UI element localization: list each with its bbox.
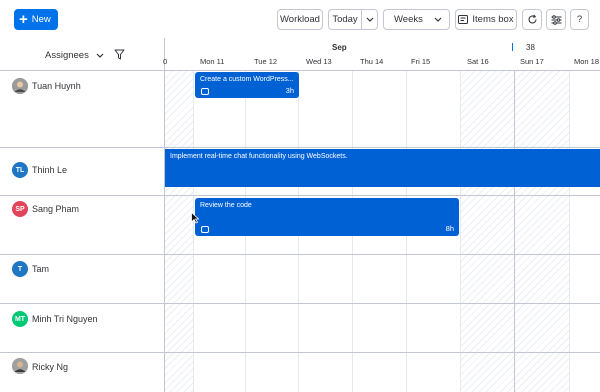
avatar: T [12, 261, 28, 277]
items-box-label: Items box [472, 14, 514, 25]
day-label: 0 [163, 57, 168, 66]
day-label: Sat 16 [467, 57, 489, 66]
assignee-name: Minh Tri Nguyen [32, 314, 98, 324]
view-select-label: Weeks [394, 14, 423, 25]
assignees-header: Assignees [0, 38, 165, 71]
toolbar: + New Workload Today Weeks Items box ? [0, 0, 600, 40]
task-hours: 8h [445, 224, 454, 233]
chevron-down-icon [434, 17, 442, 22]
avatar-photo-icon [12, 358, 28, 374]
task-hours: 3h [285, 86, 294, 95]
task-title: Create a custom WordPress... [200, 76, 294, 83]
chevron-down-icon[interactable] [96, 53, 104, 58]
current-week-marker [512, 43, 513, 51]
assignee-name: Tam [32, 264, 50, 274]
assignee-row[interactable]: TL Thinh Le [0, 148, 165, 196]
help-button[interactable]: ? [570, 9, 589, 30]
note-icon [201, 88, 209, 95]
today-button-label: Today [332, 14, 358, 25]
refresh-button[interactable] [522, 9, 542, 30]
items-box-icon [458, 15, 469, 24]
new-button-label: New [31, 14, 51, 25]
workload-button[interactable]: Workload [277, 9, 323, 30]
day-label: Mon 11 [200, 57, 225, 66]
avatar [12, 358, 28, 374]
chevron-down-icon [366, 17, 373, 22]
day-label: Tue 12 [254, 57, 278, 66]
avatar: SP [12, 201, 28, 217]
today-dropdown-button[interactable] [361, 9, 378, 30]
assignee-row[interactable]: MT Minh Tri Nguyen [0, 304, 165, 353]
task-bar[interactable]: Create a custom WordPress... 3h [195, 72, 299, 98]
gantt-view: Assignees Sep 38 0 Mon 11 Tue 12 Wed 13 … [0, 38, 600, 392]
assignee-row[interactable]: SP Sang Pham [0, 196, 165, 255]
task-title: Implement real-time chat functionality u… [170, 153, 348, 160]
day-label: Sun 17 [520, 57, 544, 66]
assignee-name: Tuan Huynh [32, 81, 81, 91]
timeline-header: Sep 38 0 Mon 11 Tue 12 Wed 13 Thu 14 Fri… [163, 38, 600, 71]
assignee-row[interactable]: Tuan Huynh [0, 71, 165, 148]
cursor-icon [191, 212, 199, 224]
day-label: Fri 15 [411, 57, 431, 66]
view-select[interactable]: Weeks [383, 9, 450, 30]
avatar: MT [12, 311, 28, 327]
day-label: Mon 18 [574, 57, 600, 66]
task-title: Review the code [200, 202, 252, 209]
today-button[interactable]: Today [328, 9, 362, 30]
month-label: Sep [332, 43, 347, 52]
assignee-lane[interactable] [165, 304, 600, 353]
assignee-name: Ricky Ng [32, 362, 69, 372]
refresh-icon [527, 14, 537, 24]
items-box-button[interactable]: Items box [455, 9, 517, 30]
avatar-photo-icon [12, 78, 28, 94]
week-number: 38 [526, 43, 535, 52]
settings-button[interactable] [546, 9, 566, 30]
day-label: Wed 13 [306, 57, 332, 66]
help-button-label: ? [576, 14, 583, 25]
assignee-name: Thinh Le [32, 165, 68, 175]
plus-icon: + [19, 11, 28, 28]
day-label: Thu 14 [360, 57, 384, 66]
note-icon [201, 226, 209, 233]
settings-icon [551, 14, 561, 25]
avatar [12, 78, 28, 94]
task-bar[interactable]: Implement real-time chat functionality u… [165, 149, 600, 187]
assignee-lane[interactable] [165, 255, 600, 304]
avatar: TL [12, 162, 28, 178]
filter-icon[interactable] [114, 49, 125, 60]
assignees-title: Assignees [45, 50, 89, 61]
assignee-lane[interactable] [165, 353, 600, 392]
task-bar[interactable]: Review the code 8h [195, 198, 459, 236]
assignee-row[interactable]: Ricky Ng [0, 353, 165, 392]
new-button[interactable]: + New [14, 9, 58, 30]
assignee-name: Sang Pham [32, 204, 80, 214]
assignee-row[interactable]: T Tam [0, 255, 165, 304]
workload-button-label: Workload [280, 14, 320, 25]
